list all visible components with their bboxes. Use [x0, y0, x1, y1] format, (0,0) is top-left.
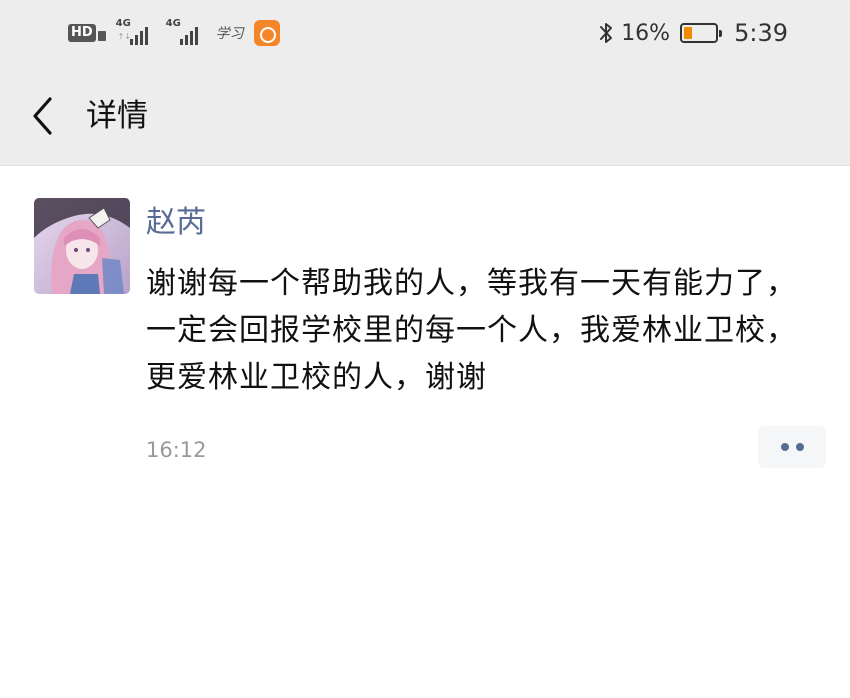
chevron-left-icon [33, 97, 52, 135]
hd-label: HD [68, 24, 96, 42]
xuexi-app-icon: 学习 [215, 26, 244, 42]
uc-browser-icon [253, 20, 280, 46]
status-bar-right: 16% 5:39 [597, 18, 788, 48]
more-dots-icon [795, 443, 804, 451]
signal-icon-1: 4G ↑↓ [116, 19, 156, 47]
status-time: 5:39 [734, 19, 788, 47]
more-actions-button[interactable] [758, 426, 826, 468]
author-name[interactable]: 赵芮 [146, 204, 206, 242]
back-button[interactable] [20, 94, 64, 138]
battery-percent: 16% [621, 20, 671, 46]
battery-level-fill [684, 27, 693, 39]
post-time: 16:12 [146, 438, 207, 462]
battery-icon [680, 23, 723, 43]
post-text: 谢谢每一个帮助我的人，等我有一天有能力了，一定会回报学校里的每一个人，我爱林业卫… [146, 266, 797, 395]
more-dots-icon [780, 443, 789, 451]
avatar[interactable] [34, 198, 130, 294]
page-title: 详情 [86, 98, 148, 134]
status-bar: HD 4G ↑↓ 4G 学习 16% 5:39 [0, 0, 850, 66]
signal-icon-2: 4G [166, 19, 206, 47]
bluetooth-icon [600, 23, 613, 43]
avatar-image [34, 198, 130, 294]
hd-icon: HD [68, 24, 106, 42]
status-bar-left: HD 4G ↑↓ 4G 学习 [68, 18, 280, 48]
network-type-label: 4G [165, 18, 181, 29]
title-bar: 详情 [0, 66, 850, 166]
network-type-label: 4G [115, 18, 131, 29]
